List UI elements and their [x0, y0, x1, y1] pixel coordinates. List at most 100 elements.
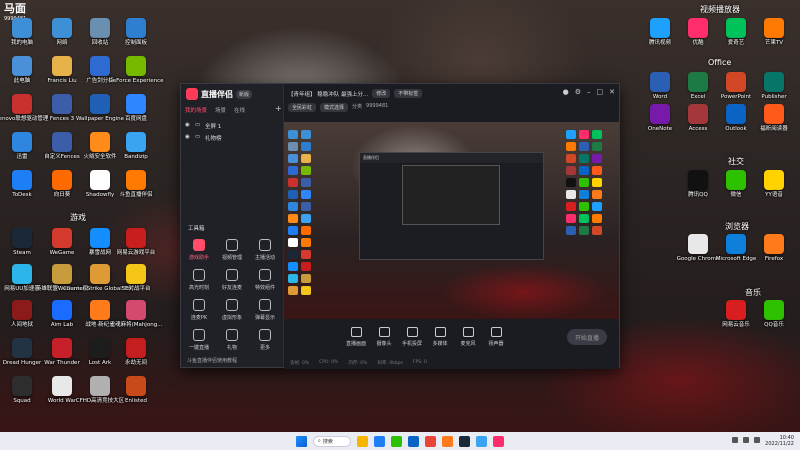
source-icon: [490, 327, 502, 337]
tool-icon: [226, 239, 238, 251]
app-icon: [126, 170, 146, 190]
tab-online[interactable]: 在线: [234, 106, 245, 114]
stream-preview[interactable]: 直播伴侣: [284, 122, 619, 319]
nested-preview-window: 直播伴侣: [359, 152, 544, 260]
mode-item[interactable]: 模式选择: [320, 103, 349, 112]
status-bitrate: 码率: 0kbps: [377, 361, 403, 366]
app-icon: [12, 132, 32, 152]
desktop-icon[interactable]: QQ音乐: [748, 300, 800, 344]
preview-mini-icon: [288, 262, 298, 271]
taskbar-app-icon[interactable]: [493, 435, 504, 447]
settings-icon[interactable]: ⚙: [575, 88, 581, 96]
app-icon: [764, 170, 784, 190]
maximize-icon[interactable]: □: [597, 88, 604, 96]
desktop-icon-label: 百度网盘: [124, 116, 147, 122]
tool-icon: [193, 239, 205, 251]
edit-title-button[interactable]: 修改: [372, 89, 391, 98]
preview-mini-icon: [592, 202, 602, 211]
toolbox-item[interactable]: 游戏助手: [184, 239, 214, 267]
toolbox-item[interactable]: 弹幕显示: [250, 299, 280, 327]
scene-item[interactable]: ◉ ▭ 礼物榜: [185, 134, 222, 142]
desktop-icon-label: 网易UU加速器: [4, 286, 40, 292]
source-button[interactable]: 手机投屏: [398, 327, 426, 347]
app-icon: [52, 228, 72, 248]
toolbox-item[interactable]: 高光时刻: [184, 269, 214, 297]
category-item[interactable]: 全民彩虹: [288, 103, 317, 112]
desktop-icon[interactable]: YY语音: [748, 170, 800, 214]
tutorial-link[interactable]: 斗鱼直播伴侣使用教程: [187, 357, 237, 364]
toolbox-item[interactable]: 视频管理: [217, 239, 247, 267]
eye-icon[interactable]: ◉: [185, 122, 190, 130]
group-title-video: 视频播放器: [700, 5, 740, 14]
desktop-icon[interactable]: 芒果TV: [748, 18, 800, 62]
toolbox-item[interactable]: 一键直播: [184, 329, 214, 357]
desktop-icon-label: 向日葵: [53, 192, 71, 198]
desktop-icon-label: Squad: [13, 398, 31, 404]
status-memory: 内存: 0%: [348, 361, 368, 366]
toolbox-item[interactable]: 礼物: [217, 329, 247, 357]
preview-mini-icon: [301, 262, 311, 271]
scene-item[interactable]: ◉ ▭ 全屏 1: [185, 122, 221, 130]
app-icon: [12, 94, 32, 114]
desktop-icon-label: Firefox: [764, 256, 784, 262]
tab-my-scenes[interactable]: 我的场景: [185, 106, 207, 114]
wifi-icon[interactable]: [743, 437, 749, 443]
toolbox-item[interactable]: 主播活动: [250, 239, 280, 267]
tab-scenes[interactable]: 场景: [215, 106, 226, 114]
taskbar-app-icon[interactable]: [391, 435, 402, 447]
toolbox-item[interactable]: 特效组件: [250, 269, 280, 297]
toolbox-item[interactable]: 连麦PK: [184, 299, 214, 327]
source-button[interactable]: 麦克风: [454, 327, 482, 347]
add-scene-icon[interactable]: +: [275, 104, 282, 113]
app-icon: [126, 18, 146, 38]
search-placeholder: 搜索: [322, 438, 333, 445]
eye-icon[interactable]: ◉: [185, 134, 190, 142]
clock[interactable]: 10:40 2022/11/22: [765, 435, 794, 447]
live-streaming-window[interactable]: 直播伴侣 新版 我的场景 场景 在线 + ◉ ▭ 全屏 1 ◉ ▭ 礼物榜 工具…: [180, 83, 620, 369]
toolbox-item[interactable]: 虚拟形象: [217, 299, 247, 327]
app-icon: [90, 264, 110, 284]
minimize-icon[interactable]: –: [587, 88, 591, 96]
app-icon: [12, 18, 32, 38]
tray-icon[interactable]: [732, 437, 738, 443]
tool-icon: [226, 329, 238, 341]
app-icon: [12, 300, 32, 320]
volume-icon[interactable]: [754, 437, 760, 443]
taskbar-app-icon[interactable]: [476, 435, 487, 447]
desktop-icon-label: 斗鱼直播伴侣: [119, 192, 153, 198]
scene-tabs: 我的场景 场景 在线 +: [185, 104, 282, 114]
tag-select[interactable]: 不带标签: [394, 89, 423, 98]
preview-mini-icon: [579, 202, 589, 211]
taskbar-app-icon[interactable]: [408, 435, 419, 447]
close-icon[interactable]: ✕: [609, 88, 615, 96]
source-button[interactable]: 摄像头: [370, 327, 398, 347]
start-button[interactable]: [296, 435, 307, 447]
desktop-icon[interactable]: 斗鱼直播伴侣: [110, 170, 162, 214]
source-button[interactable]: 扬声器: [482, 327, 510, 347]
stream-title[interactable]: 【青年组】 稳稳冲队 最强上分...: [288, 90, 368, 98]
taskbar-search[interactable]: ⌕ 搜索: [313, 435, 351, 447]
taskbar-app-icon[interactable]: [442, 435, 453, 447]
taskbar-app-icon[interactable]: [357, 435, 368, 447]
toolbox-item[interactable]: 好友连麦: [217, 269, 247, 297]
desktop-icon[interactable]: Firefox: [748, 234, 800, 278]
preview-mini-icon: [592, 226, 602, 235]
taskbar-app-icon[interactable]: [459, 435, 470, 447]
desktop-icon-label: Fences 3: [49, 116, 75, 122]
taskbar-app-icon[interactable]: [374, 435, 385, 447]
preview-mini-icon: [288, 154, 298, 163]
taskbar-app-icon[interactable]: [425, 435, 436, 447]
preview-mini-icon: [288, 142, 298, 151]
preview-desktop-icons: [288, 130, 311, 295]
source-button[interactable]: 直播画面: [342, 327, 370, 347]
start-live-button[interactable]: 开始直播: [567, 329, 607, 345]
tool-icon: [193, 299, 205, 311]
desktop-icon-label: 网络: [56, 40, 68, 46]
toolbox-item[interactable]: 更多: [250, 329, 280, 357]
source-button[interactable]: 多媒体: [426, 327, 454, 347]
avatar[interactable]: ●: [563, 88, 569, 96]
desktop-icon[interactable]: Enlisted: [110, 376, 162, 420]
app-icon: [52, 132, 72, 152]
status-bar: 丢帧: 0% CPU: 0% 内存: 0% 码率: 0kbps FPS: 0: [290, 360, 613, 366]
desktop-icon[interactable]: 福昕阅读器: [748, 104, 800, 148]
